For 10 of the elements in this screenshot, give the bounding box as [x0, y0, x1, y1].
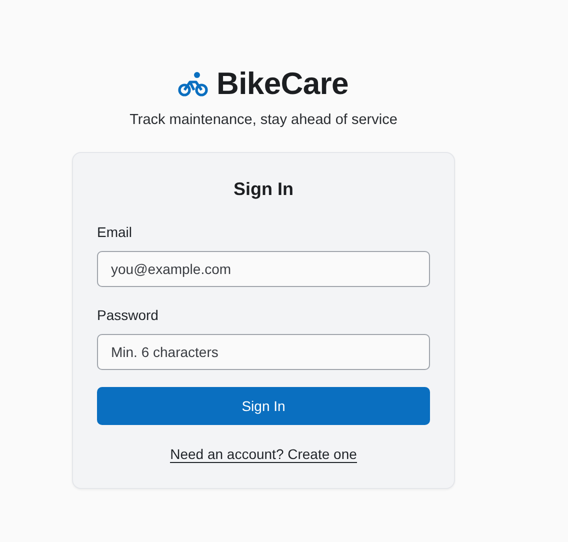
input-field[interactable]: Min. 6 characters: [97, 334, 430, 370]
cyclist-icon: [178, 71, 208, 97]
sign-in-button[interactable]: Sign In: [97, 387, 430, 425]
app-name: BikeCare: [216, 66, 348, 102]
create-account-link[interactable]: Need an account? Create one: [170, 446, 357, 463]
field-label: Email: [97, 224, 134, 240]
input-field[interactable]: you@example.com: [97, 251, 430, 287]
card-title: Sign In: [232, 179, 294, 200]
tagline: Track maintenance, stay ahead of service: [130, 112, 398, 128]
field-label: Password: [97, 307, 160, 323]
